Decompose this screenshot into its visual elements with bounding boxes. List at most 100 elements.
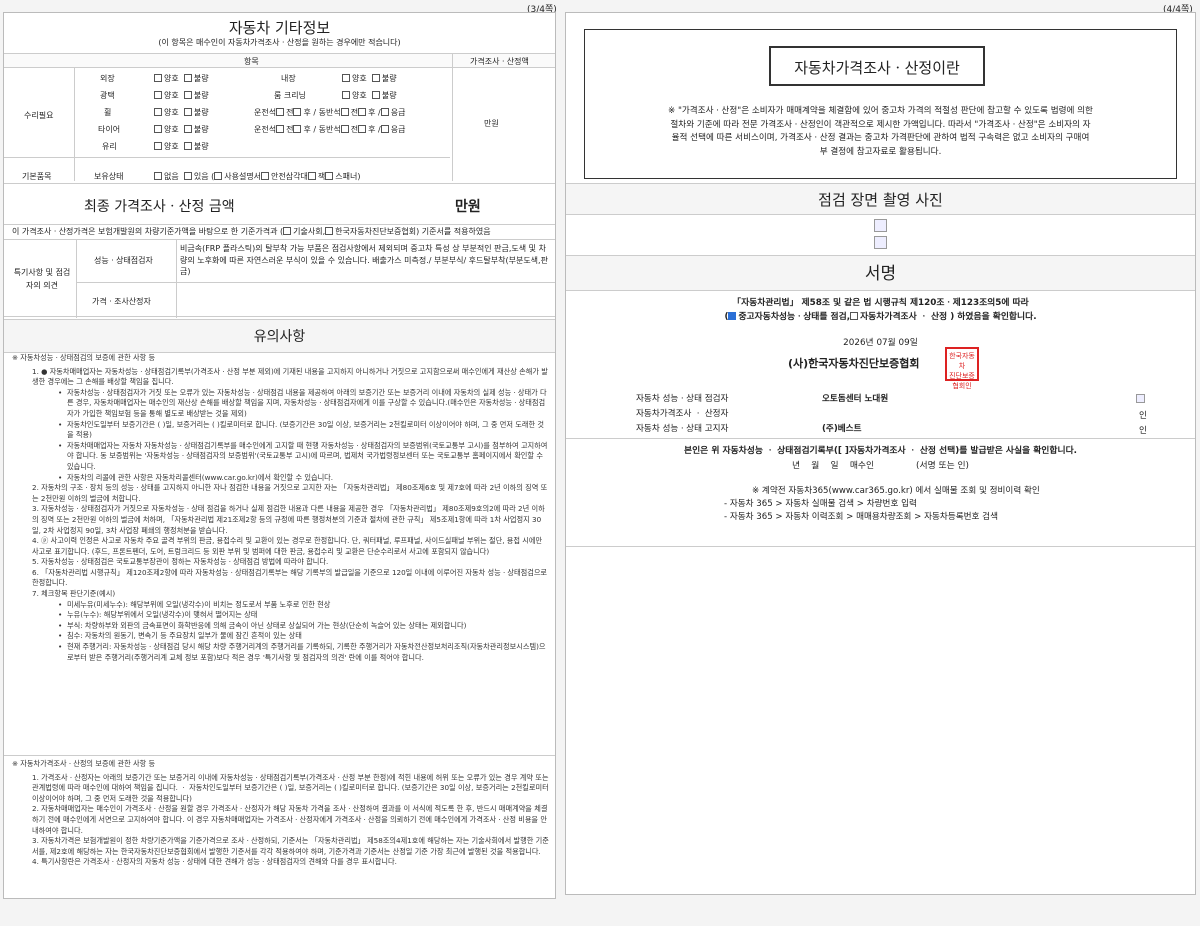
final-note: 이 가격조사ㆍ산정가격은 보험개발원의 차량기준가액을 바탕으로 한 기준가격과… — [12, 227, 491, 236]
glass-bad-checkbox[interactable] — [183, 142, 192, 150]
wheel-pass-front-checkbox[interactable] — [340, 108, 349, 116]
exterior-good-checkbox[interactable] — [154, 74, 162, 82]
tool-have-checkbox[interactable] — [183, 172, 192, 180]
tire-spare-checkbox[interactable] — [380, 125, 389, 133]
stamp-image — [1136, 394, 1145, 403]
notes-heading-1: ※ 자동차성능ㆍ상태점검의 보증에 관한 사항 등 — [12, 353, 156, 362]
item-glass: 유리 — [102, 142, 117, 151]
tire-driver-front-checkbox[interactable] — [276, 125, 285, 133]
notes-heading-2: ※ 자동차가격조사ㆍ산정의 보증에 관한 사항 등 — [12, 759, 156, 768]
note-3: 3. 자동차성능ㆍ상태점검자가 거짓으로 자동차성능ㆍ상태 점검을 하거나 실제… — [32, 504, 545, 535]
room-bad-checkbox[interactable] — [371, 91, 380, 99]
item-interior: 내장 — [281, 74, 296, 83]
appraiser-label: 가격ㆍ조사산정자 — [92, 297, 151, 306]
etc-title: 자동차 기타정보 — [228, 19, 331, 37]
room-good-checkbox[interactable] — [342, 91, 350, 99]
buyer-sign: 년 월 일 매수인 (서명 또는 인) — [792, 461, 969, 471]
repair-label: 수리필요 — [24, 111, 54, 120]
jack-checkbox[interactable] — [307, 172, 316, 180]
final-price-row: 최종 가격조사ㆍ산정 금액 만원 — [4, 183, 555, 225]
appraisal-checkbox[interactable] — [850, 312, 859, 320]
note-1-e: 자동차의 리콜에 관한 사항은 자동차리콜센터(www.car.go.kr)에서… — [12, 473, 549, 484]
sign-checks: (중고자동차성능ㆍ상태를 점검, 자동차가격조사 ㆍ 산정 ) 하였음을 확인합니… — [724, 312, 1037, 322]
final-price-label: 최종 가격조사ㆍ산정 금액 — [84, 199, 235, 215]
criteria-5: 현재 주행거리: 자동차성능ㆍ상태점검 당시 해당 차량 주행거리계의 주행거리… — [12, 642, 549, 663]
note-1-c: 자동차인도일부터 보증기간은 ( )일, 보증거리는 ( )킬로미터로 합니다.… — [12, 420, 549, 441]
triangle-checkbox[interactable] — [261, 172, 270, 180]
item-tool: 보유상태 — [94, 172, 124, 181]
tire-pass-front-checkbox[interactable] — [340, 125, 349, 133]
sign-org: (사)한국자동차진단보증협회 — [788, 357, 920, 370]
car365-line-1: ※ 계약전 자동차365(www.car365.go.kr) 에서 실매물 조회… — [752, 486, 1040, 496]
inspection-checkbox[interactable] — [728, 312, 737, 320]
price-notes: ※ 자동차가격조사ㆍ산정의 보증에 관한 사항 등 1. 가격조사ㆍ산정자는 아… — [12, 759, 549, 868]
note-2: 2. 자동차의 구조ㆍ장치 등의 성능ㆍ상태를 고지하지 아니한 자나 점검한 … — [32, 483, 548, 503]
gloss-bad-checkbox[interactable] — [183, 91, 192, 99]
wheel-driver-front-checkbox[interactable] — [276, 108, 285, 116]
inspector-opinion: 비금속(FRP 플라스틱)의 탈부착 가능 부품은 점검사항에서 제외되며 중고… — [180, 244, 548, 276]
sign-roles: 자동차 성능ㆍ상태 점검자 자동차가격조사 ㆍ 산정자 자동차 성능ㆍ상태 고지… — [636, 392, 728, 437]
photo-2-image — [874, 236, 887, 249]
spanner-checkbox[interactable] — [325, 172, 334, 180]
tire-good-checkbox[interactable] — [154, 125, 162, 133]
tire-pass-rear-checkbox[interactable] — [358, 125, 367, 133]
tire-driver-rear-checkbox[interactable] — [293, 125, 302, 133]
item-tire: 타이어 — [98, 125, 121, 134]
note-1-b: 자동차성능ㆍ상태점검자가 거짓 또는 오류가 있는 자동차성능ㆍ상태점검 내용을… — [12, 388, 549, 420]
note-1: 1. ● 자동차매매업자는 자동차성능ㆍ상태점검기록부(가격조사ㆍ산정 부분 제… — [32, 366, 548, 387]
note-4: 4. ⓟ 사고이력 인정은 사고로 자동차 주요 골격 부위의 판금, 용접수리… — [32, 536, 543, 556]
price-note-3: 3. 자동차가격은 보험개발원이 정한 차량기준가액을 기준가격으로 조사ㆍ산정… — [32, 836, 549, 856]
col-item: 항목 — [244, 57, 259, 66]
price-value: 만원 — [484, 119, 499, 128]
item-wheel: 휠 — [104, 108, 112, 117]
sign-date: 2026년 07월 09일 — [843, 338, 918, 348]
note-5: 5. 자동차성능ㆍ상태점검은 국토교통부장관이 정하는 자동차성능ㆍ상태점검 방… — [32, 557, 329, 567]
note-1-d: 자동차매매업자는 자동차 자동차성능ㆍ상태점검기록부를 매수인에게 고지할 때 … — [12, 441, 549, 473]
photos-title: 점검 장면 촬영 사진 — [566, 183, 1195, 215]
wheel-good-checkbox[interactable] — [154, 108, 162, 116]
col-price: 가격조사ㆍ산정액 — [470, 57, 529, 66]
car365-line-2: - 자동차 365 > 자동차 실매물 검색 > 차량번호 입력 — [724, 499, 917, 509]
note-6: 6. 「자동차관리법 시행규칙」 제120조제2항에 따라 자동차성능ㆍ상태점검… — [32, 567, 548, 588]
sign-values: 오토돔센터 노대원 (주)베스트 — [822, 392, 888, 437]
photo-1-image — [874, 219, 887, 232]
criteria-1: 미세누유(미세누수): 해당부위에 오일(냉각수)이 비치는 정도로서 부품 노… — [12, 600, 549, 611]
notifier-name: (주)베스트 — [822, 424, 862, 434]
sign-law: 「자동차관리법」 제58조 및 같은 법 시행규칙 제120조ㆍ제123조의5에… — [732, 298, 1029, 308]
inspector-name: 오토돔센터 노대원 — [822, 394, 889, 404]
interior-bad-checkbox[interactable] — [371, 74, 380, 82]
tire-bad-checkbox[interactable] — [183, 125, 192, 133]
about-text: ※ "가격조사ㆍ산정"은 소비자가 매매계약을 체결함에 있어 중고차 가격의 … — [668, 106, 1093, 157]
wheel-spare-checkbox[interactable] — [380, 108, 389, 116]
notes-title: 유의사항 — [4, 319, 555, 353]
org-seal-icon: 한국자동차 진단보증 협회인 — [945, 347, 979, 390]
wheel-pass-rear-checkbox[interactable] — [358, 108, 367, 116]
etc-subtitle: (이 항목은 매수인이 자동차가격조사ㆍ산정을 원하는 경우에만 적습니다) — [158, 38, 401, 47]
tech-society-checkbox[interactable] — [283, 227, 292, 235]
manual-checkbox[interactable] — [214, 172, 223, 180]
role-inspector-label: 자동차 성능ㆍ상태 점검자 — [636, 394, 729, 404]
wheel-driver-rear-checkbox[interactable] — [293, 108, 302, 116]
exterior-bad-checkbox[interactable] — [183, 74, 192, 82]
wheel-bad-checkbox[interactable] — [183, 108, 192, 116]
note-7: 7. 체크항목 판단기준(예시) — [32, 589, 116, 599]
car365-line-3: - 자동차 365 > 자동차 이력조회 > 매매용차량조회 > 자동차등록번호… — [724, 512, 998, 522]
price-note-4: 4. 특기사항란은 가격조사ㆍ산정자의 자동차 성능ㆍ상태에 대한 견해가 성능… — [32, 857, 397, 867]
about-title: 자동차가격조사ㆍ산정이란 — [769, 46, 985, 86]
special-label: 특기사항 및 점검자의 의견 — [13, 268, 71, 290]
basic-label: 기본품목 — [22, 172, 52, 181]
interior-good-checkbox[interactable] — [342, 74, 350, 82]
item-exterior: 외장 — [100, 74, 115, 83]
gloss-good-checkbox[interactable] — [154, 91, 162, 99]
kadia-checkbox[interactable] — [325, 227, 334, 235]
notes-body: ※ 자동차성능ㆍ상태점검의 보증에 관한 사항 등 1. ● 자동차매매업자는 … — [12, 353, 549, 663]
inspector-label: 성능ㆍ상태점검자 — [94, 256, 153, 265]
confirm-text: 본인은 위 자동차성능 ㆍ 상태점검기록부([ ]자동차가격조사 ㆍ 산정 선택… — [683, 446, 1078, 456]
price-note-2: 2. 자동차매매업자는 매수인이 가격조사ㆍ산정을 원할 경우 가격조사ㆍ산정자… — [32, 804, 548, 835]
glass-good-checkbox[interactable] — [154, 142, 162, 150]
item-gloss: 광택 — [100, 91, 115, 100]
about-box: 자동차가격조사ㆍ산정이란 ※ "가격조사ㆍ산정"은 소비자가 매매계약을 체결함… — [584, 29, 1177, 179]
tool-none-checkbox[interactable] — [154, 172, 162, 180]
stamp-labels: 인인 — [1139, 411, 1147, 436]
criteria-3: 부식: 차량하부와 외판의 금속표면이 화학반응에 의해 금속이 아닌 상태로 … — [12, 621, 549, 632]
